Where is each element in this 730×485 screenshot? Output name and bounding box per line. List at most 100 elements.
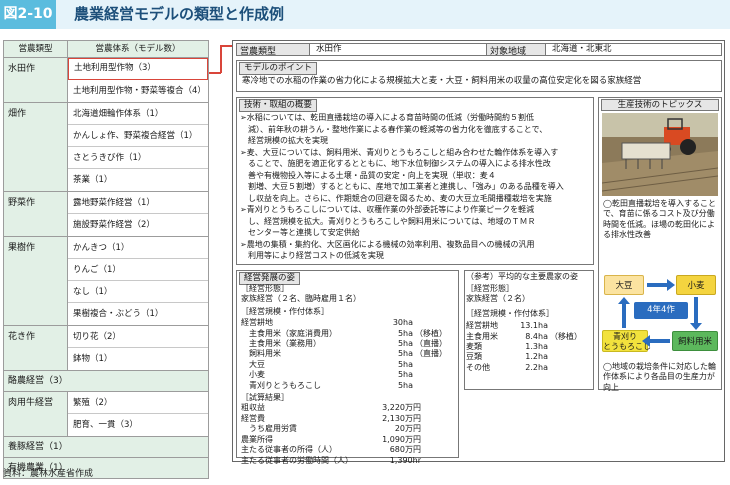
- table-row: 農業所得 1,090万円: [241, 435, 456, 445]
- farm-system-list: 露地野菜作経営（1） 施設野菜作経営（2）: [68, 192, 208, 236]
- row-value: 5ha: [397, 349, 413, 359]
- farm-system-list: 切り花（2） 鉢物（1）: [68, 326, 208, 370]
- tech-line: し、経営規模を拡大。青刈りとうもろこしや飼料用米については、地域のＴＭＲ: [240, 216, 536, 226]
- row-value: 2,130万円: [382, 413, 421, 423]
- row-value: 3,220万円: [382, 403, 421, 413]
- farm-system-item[interactable]: かんきつ（1）: [68, 237, 208, 259]
- row-key: 主食用米: [466, 331, 498, 341]
- tech-line: ➢農地の集積・集約化、大区画化による機械の効率利用、複数品目への機械の汎用: [240, 239, 535, 249]
- tech-line: ➢水稲については、乾田直播栽培の導入による育苗時間の低減（労働時間約５割低: [240, 113, 535, 122]
- farm-system-item[interactable]: 施設野菜作経営（2）: [68, 214, 208, 236]
- row-key: 経営耕地: [466, 321, 498, 331]
- row-value: 5ha: [397, 339, 413, 349]
- farm-system-item[interactable]: かんしょ作、野菜複合経営（1）: [68, 125, 208, 147]
- col-farm-type: 営農類型: [3, 40, 67, 58]
- farm-system-item[interactable]: 露地野菜作経営（1）: [68, 192, 208, 214]
- row-key: 豆類: [466, 352, 482, 362]
- table-row: 主たる従事者の労働時間（人） 1,390hr: [241, 456, 456, 466]
- cycle-arrows: [618, 279, 702, 347]
- point-text: 寒冷地での水稲の作業の省力化による規模拡大と麦・大豆・飼料用米の収量の高位安定化…: [242, 76, 642, 86]
- row-key: 青刈りとうもろこし: [241, 380, 321, 390]
- farm-system-item[interactable]: 肥育、一貫（3）: [68, 414, 208, 436]
- row-key: 主たる従事者の労働時間（人）: [241, 455, 353, 465]
- farm-type-group: 果樹作 かんきつ（1） りんご（1） なし（1） 果樹複合・ぶどう（1）: [3, 237, 209, 326]
- row-value: 680万円: [389, 445, 421, 455]
- farm-system-selected[interactable]: 土地利用型作物（3）: [68, 58, 208, 80]
- row-key: 小麦: [241, 370, 265, 380]
- farm-system-item[interactable]: 土地利用型作物・野菜等複合（4）: [68, 80, 208, 102]
- model-form-heading: ［経営形態］: [241, 284, 289, 293]
- table-row: 経営費 2,130万円: [241, 414, 456, 424]
- row-value: 5ha: [397, 380, 413, 390]
- model-form: 家族経営（２名、臨時雇用１名）: [241, 294, 361, 304]
- tractor-photo: [602, 113, 718, 196]
- farm-system-list: 土地利用型作物（3） 土地利用型作物・野菜等複合（4）: [68, 58, 208, 102]
- row-value: 5ha: [397, 328, 413, 338]
- tech-line: 利用等により経営コストの低減を実現: [240, 251, 384, 260]
- tech-line: ➢青刈りとうもろこしについては、収穫作業の外部委託等により作業ピークを軽減: [240, 205, 535, 214]
- tech-line: し収益を向上。さらに、作期競合の回避を図るため、麦の大豆立毛間播種栽培を実施: [240, 193, 552, 203]
- tech-line: 経営規模の拡大を実現: [240, 136, 328, 145]
- row-key: 麦類: [466, 342, 482, 352]
- row-key: 主食用米（家庭消費用）: [241, 328, 337, 338]
- average-content: ［経営形態］ 家族経営（２名） ［経営規模・作付体系］ 経営耕地 13.1ha 主食…: [466, 284, 592, 373]
- farm-type-table: 営農類型 営農体系（モデル数） 水田作 土地利用型作物（3） 土地利用型作物・野菜等…: [3, 40, 209, 479]
- tech-line: ➢麦、大豆については、飼料用米、青刈りとうもろこしと組み合わせた輪作体系を導入す: [240, 147, 559, 157]
- topics-title: 生産技術のトピックス: [601, 99, 719, 111]
- row-value: 1.2ha: [525, 352, 548, 362]
- farm-system-item[interactable]: さとうきび作（1）: [68, 147, 208, 169]
- row-key: その他: [466, 362, 490, 372]
- farm-system-item[interactable]: 茶業（1）: [68, 169, 208, 191]
- row-key: 飼料用米: [241, 349, 281, 359]
- table-row: 粗収益 3,220万円: [241, 403, 456, 413]
- row-value: 8.4ha: [525, 331, 548, 341]
- table-row: 主たる従事者の所得（人） 680万円: [241, 445, 456, 455]
- table-row: 飼料用米 5ha （直播）: [241, 349, 456, 359]
- row-value: 30ha: [392, 318, 413, 328]
- avg-form: 家族経営（２名）: [466, 294, 530, 304]
- row-value: 1,090万円: [382, 434, 421, 444]
- farm-type-name: 酪農経営（3）: [4, 371, 208, 391]
- row-value: 2.2ha: [525, 362, 548, 372]
- tech-line: 割増、大豆５割増）するとともに、産地で加工業者と連携し、「強み」のある品種を導入: [240, 182, 564, 191]
- table-row: 経営耕地 30ha: [241, 318, 456, 328]
- model-content: ［経営形態］ 家族経営（２名、臨時雇用１名） ［経営規模・作付体系］ 経営耕地 3…: [241, 284, 456, 466]
- row-note: （直播）: [415, 339, 447, 349]
- table-row: 主食用米（業務用） 5ha （直播）: [241, 339, 456, 349]
- table-row: うち雇用労賃 20万円: [241, 424, 456, 434]
- row-key: 主たる従事者の所得（人）: [241, 445, 337, 455]
- avg-scale-heading: ［経営規模・作付体系］: [466, 308, 554, 318]
- row-value: 1.3ha: [525, 342, 548, 352]
- farm-type-group: 畑作 北海道畑輪作体系（1） かんしょ作、野菜複合経営（1） さとうきび作（1） 茶業（…: [3, 103, 209, 192]
- farm-system-item[interactable]: 果樹複合・ぶどう（1）: [68, 303, 208, 325]
- farm-type-group: 酪農経営（3）: [3, 371, 209, 392]
- farm-system-list: かんきつ（1） りんご（1） なし（1） 果樹複合・ぶどう（1）: [68, 237, 208, 325]
- type-value: 水田作: [316, 44, 342, 54]
- farm-type-name: 野菜作: [4, 192, 68, 236]
- farm-system-item[interactable]: りんご（1）: [68, 259, 208, 281]
- table-row: 小麦 5ha: [241, 370, 456, 380]
- table-body: 水田作 土地利用型作物（3） 土地利用型作物・野菜等複合（4） 畑作 北海道畑輪作体系（…: [3, 58, 209, 479]
- tech-line: 善や有機物投入等による土壌・品質の安定・向上を実現（単収：麦４: [240, 170, 496, 180]
- farm-type-name: 畑作: [4, 103, 68, 191]
- row-note: （移植）: [415, 328, 447, 338]
- farm-type-group: 肉用牛経営 繁殖（2） 肥育、一貫（3）: [3, 392, 209, 437]
- farm-system-item[interactable]: 繁殖（2）: [68, 392, 208, 414]
- row-value: 20万円: [394, 424, 421, 434]
- row-value: 13.1ha: [520, 321, 548, 331]
- row-note: （直播）: [415, 349, 447, 359]
- tech-line: ることで、施肥を適正化するとともに、地下水位制御システムの導入による排水性改: [240, 159, 551, 168]
- point-title: モデルのポイント: [239, 62, 318, 75]
- average-title: （参考）平均的な主要農家の姿: [466, 272, 578, 281]
- farm-system-item[interactable]: 鉢物（1）: [68, 348, 208, 370]
- table-row: 麦類 1.3ha: [466, 342, 592, 352]
- table-row: 大豆 5ha: [241, 360, 456, 370]
- tech-title: 技術・取組の概要: [239, 99, 318, 112]
- source-note: 資料：農林水産省作成: [3, 469, 94, 479]
- farm-system-list: 北海道畑輪作体系（1） かんしょ作、野菜複合経営（1） さとうきび作（1） 茶業（1）: [68, 103, 208, 191]
- farm-system-item[interactable]: 切り花（2）: [68, 326, 208, 348]
- table-header: 営農類型 営農体系（モデル数）: [3, 40, 209, 58]
- row-value: 5ha: [397, 370, 413, 380]
- farm-system-item[interactable]: 北海道畑輪作体系（1）: [68, 103, 208, 125]
- farm-system-item[interactable]: なし（1）: [68, 281, 208, 303]
